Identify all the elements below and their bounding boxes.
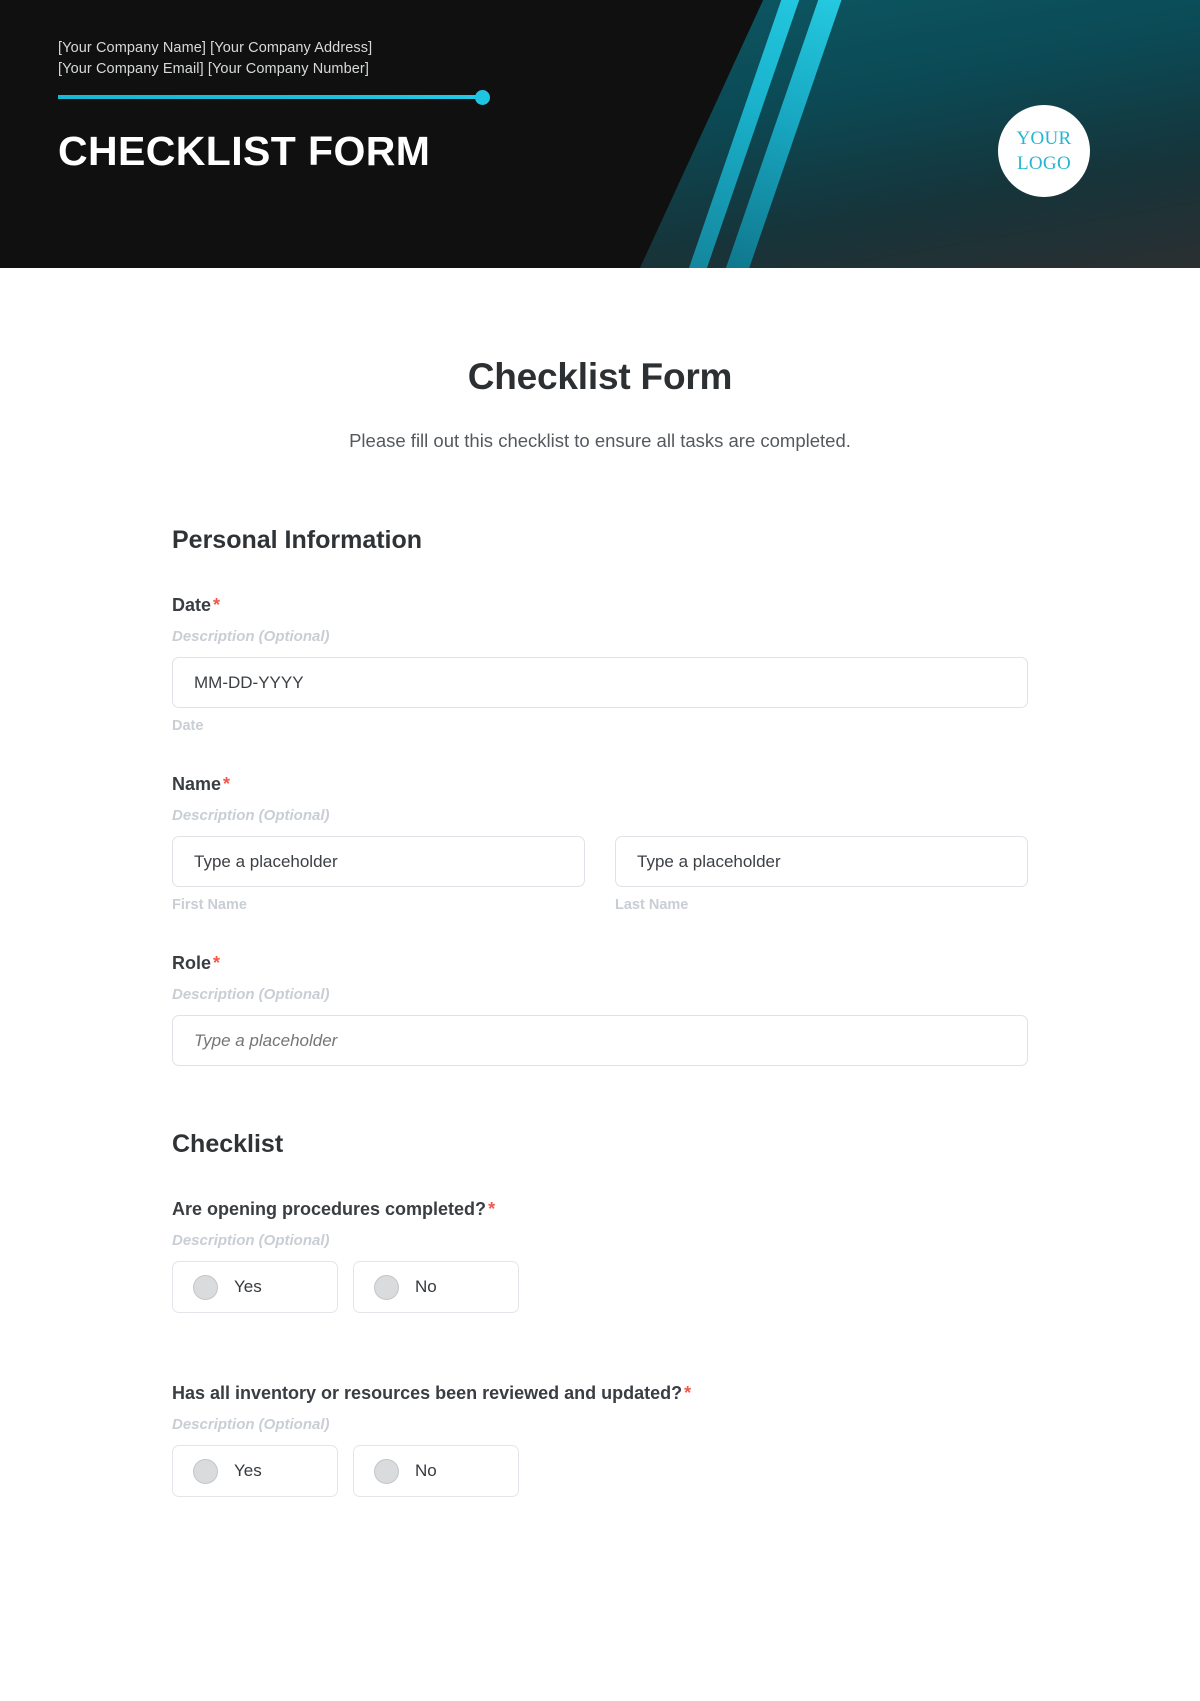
header-accent-rule xyxy=(58,90,490,106)
field-description-date: Description (Optional) xyxy=(172,628,330,645)
field-description-name: Description (Optional) xyxy=(172,807,330,824)
radio-option-yes-2[interactable]: Yes xyxy=(172,1445,338,1497)
first-name-input[interactable] xyxy=(172,836,585,887)
field-role: Role * Description (Optional) xyxy=(172,953,1028,1066)
required-asterisk: * xyxy=(213,595,221,615)
question-description-1: Description (Optional) xyxy=(172,1232,330,1249)
radio-option-label: Yes xyxy=(234,1461,262,1480)
required-asterisk: * xyxy=(213,953,221,973)
radio-group-1: Yes No xyxy=(172,1261,1028,1313)
date-input[interactable] xyxy=(172,657,1028,708)
company-contact-info: [Your Company Name] [Your Company Addres… xyxy=(58,38,372,80)
question-label-2-text: Has all inventory or resources been revi… xyxy=(172,1383,683,1403)
field-label-date-text: Date xyxy=(172,595,212,615)
radio-option-label: Yes xyxy=(234,1277,262,1296)
field-description-role: Description (Optional) xyxy=(172,986,330,1003)
page-subtitle: Please fill out this checklist to ensure… xyxy=(349,430,851,451)
last-name-group: Last Name xyxy=(615,836,1028,913)
radio-circle-icon[interactable] xyxy=(374,1458,399,1484)
form-header: Checklist Form Please fill out this chec… xyxy=(0,268,1200,452)
form-body: Checklist Form Please fill out this chec… xyxy=(0,268,1200,1537)
field-label-role: Role * xyxy=(172,953,1028,974)
role-input[interactable] xyxy=(172,1015,1028,1066)
sub-label-last-name: Last Name xyxy=(615,897,689,913)
field-label-date: Date * xyxy=(172,595,1028,616)
logo-line-2: LOGO xyxy=(1017,153,1071,174)
page-header-banner: [Your Company Name] [Your Company Addres… xyxy=(0,0,1200,268)
field-name: Name* Description (Optional) First Name … xyxy=(172,774,1028,913)
accent-rule-line xyxy=(58,95,483,99)
required-asterisk: * xyxy=(684,1383,692,1403)
required-asterisk: * xyxy=(488,1199,496,1219)
header-teal-wedge xyxy=(640,0,1200,268)
field-label-name-text: Name xyxy=(172,774,222,794)
field-label-role-text: Role xyxy=(172,953,212,973)
field-question-opening-procedures: Are opening procedures completed? * Descr… xyxy=(172,1199,1028,1313)
logo-line-1: YOUR xyxy=(1016,128,1072,149)
radio-option-label: No xyxy=(415,1277,437,1296)
page-title: Checklist Form xyxy=(467,356,733,397)
field-question-inventory-reviewed: Has all inventory or resources been revi… xyxy=(172,1383,1028,1497)
radio-group-2: Yes No xyxy=(172,1445,1028,1497)
logo-placeholder: YOUR LOGO xyxy=(998,105,1090,197)
question-description-2: Description (Optional) xyxy=(172,1416,330,1433)
company-name-address: [Your Company Name] [Your Company Addres… xyxy=(58,40,373,56)
radio-option-yes-1[interactable]: Yes xyxy=(172,1261,338,1313)
checklist-form-page: [Your Company Name] [Your Company Addres… xyxy=(0,0,1200,1701)
name-input-row: First Name Last Name xyxy=(172,836,1028,913)
radio-circle-icon[interactable] xyxy=(193,1274,218,1300)
section-heading-personal-information: Personal Information xyxy=(172,526,423,554)
required-asterisk: * xyxy=(223,774,231,794)
radio-circle-icon[interactable] xyxy=(374,1274,399,1300)
question-label-2: Has all inventory or resources been revi… xyxy=(172,1383,1028,1404)
question-label-1-text: Are opening procedures completed? xyxy=(172,1199,487,1219)
section-heading-checklist: Checklist xyxy=(172,1130,284,1158)
accent-rule-dot xyxy=(475,90,490,105)
form-content: Personal Information Date * Description (… xyxy=(172,452,1028,1497)
radio-option-no-2[interactable]: No xyxy=(353,1445,519,1497)
field-date: Date* Description (Optional) Date xyxy=(172,595,1028,734)
first-name-group: First Name xyxy=(172,836,585,913)
last-name-input[interactable] xyxy=(615,836,1028,887)
radio-option-label: No xyxy=(415,1461,437,1480)
field-label-name: Name * xyxy=(172,774,1028,795)
sub-label-date: Date xyxy=(172,718,204,734)
sub-label-first-name: First Name xyxy=(172,897,247,913)
radio-option-no-1[interactable]: No xyxy=(353,1261,519,1313)
banner-title: CHECKLIST FORM xyxy=(58,128,431,174)
company-email-number: [Your Company Email] [Your Company Numbe… xyxy=(58,61,369,77)
question-label-1: Are opening procedures completed? * xyxy=(172,1199,1028,1220)
radio-circle-icon[interactable] xyxy=(193,1458,218,1484)
